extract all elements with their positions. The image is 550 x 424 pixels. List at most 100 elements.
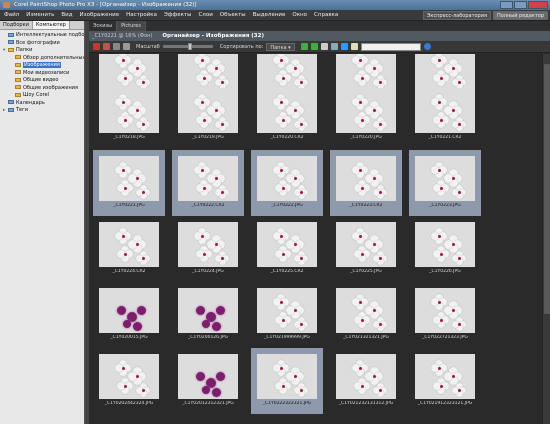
flower-center [281, 252, 285, 256]
thumbnail-item[interactable]: _C1Y021912323121.JPG [409, 348, 481, 414]
thumbnail-item[interactable]: _C1Y0202442324.JPG [93, 348, 165, 414]
scrollbar-thumb[interactable] [544, 64, 550, 314]
tab-pictures[interactable]: Pictures [117, 21, 146, 31]
tree-item[interactable]: ▾ Папки [0, 47, 84, 55]
thumbnail-item[interactable]: _C1Y0200126.JPG [172, 282, 244, 348]
thumbnail-item[interactable]: _C1Y0226.JPG [409, 216, 481, 282]
thumbnail-image [336, 222, 396, 267]
flower-center [141, 256, 145, 260]
thumbnail-item[interactable]: _C1Y0219.JPG [172, 82, 244, 148]
flower-center [293, 176, 297, 180]
thumbnail-image [99, 288, 159, 333]
thumbnail-item[interactable]: _C1Y02012312321.JPG [172, 348, 244, 414]
flower-center [439, 76, 443, 80]
menu-item[interactable]: Вид [61, 10, 72, 21]
minimize-button[interactable] [500, 1, 513, 9]
flower-center [451, 308, 455, 312]
tab-collections[interactable]: Подборки [0, 21, 33, 29]
delete-icon[interactable] [103, 43, 110, 50]
tree-item[interactable]: Общие изображения [0, 85, 84, 93]
tree-item[interactable]: Интеллектуальные подборки [0, 32, 84, 40]
menu-item[interactable]: Эффекты [164, 10, 192, 21]
zoom-slider-thumb[interactable] [188, 43, 193, 50]
thumbnail-item[interactable]: _C1Y020015.JPG [93, 282, 165, 348]
flower-center [378, 190, 382, 194]
thumbnail-item[interactable]: _C1Y0222.JPG [251, 150, 323, 216]
orchid-bloom [202, 320, 210, 328]
thumbnail-item[interactable]: _C1Y0221.JPG [93, 150, 165, 216]
orchid-bloom [196, 372, 205, 381]
flower-center [457, 122, 461, 126]
menu-item[interactable]: Выделение [253, 10, 286, 21]
folder-view-icon[interactable] [123, 43, 130, 50]
thumbnail-item[interactable]: _C1Y0224.JPG [172, 216, 244, 282]
rotate-left-icon[interactable] [300, 43, 308, 50]
tree-item[interactable]: Календарь [0, 100, 84, 108]
tree-item[interactable]: Шоу Corel [0, 92, 84, 100]
flower-center [372, 108, 376, 112]
tab-thumbnails[interactable]: Эскизы [89, 21, 118, 31]
search-go-icon[interactable] [423, 43, 431, 50]
print-icon[interactable] [320, 43, 328, 50]
flower-center [378, 388, 382, 392]
thumbnail-item[interactable]: _C1Y0220.CR2 [251, 82, 323, 148]
thumbnail-image [99, 88, 159, 133]
thumbnail-item[interactable]: _C1Y0223.JPG [409, 150, 481, 216]
tree-item[interactable]: Обзор дополнительных папок [0, 55, 84, 63]
info-icon[interactable] [340, 43, 348, 50]
menu-item[interactable]: Настройка [126, 10, 157, 21]
tree-item[interactable]: Все фотографии [0, 40, 84, 48]
thumbnail-item[interactable]: _C1Y021999999.JPG [251, 282, 323, 348]
thumbnail-item[interactable]: _C1Y0221.CR2 [409, 82, 481, 148]
tree-item[interactable]: Изображения [0, 62, 84, 70]
flower-center [439, 384, 443, 388]
thumbnail-item[interactable]: _C1Y0222.CR2 [172, 150, 244, 216]
flower-center [135, 242, 139, 246]
search-input[interactable] [360, 42, 421, 51]
thumbnail-item[interactable]: _C1Y022721323.JPG [409, 282, 481, 348]
maximize-button[interactable] [514, 1, 527, 9]
zoom-slider[interactable] [162, 43, 213, 50]
orchid-bloom [196, 306, 205, 315]
menu-item[interactable]: Объекты [220, 10, 246, 21]
thumbnail-item[interactable]: _C1Y0223.CR2 [330, 150, 402, 216]
thumbnail-item[interactable]: _C1Y0224.CR2 [93, 216, 165, 282]
sort-select[interactable]: Папка ▾ [266, 42, 295, 51]
thumbnail-item[interactable]: _C1Y021321321.JPG [330, 282, 402, 348]
folder-icon[interactable] [350, 43, 358, 50]
flower-center [220, 190, 224, 194]
thumbnail-item[interactable]: _C1Y0225.CR2 [251, 216, 323, 282]
express-lab-button[interactable]: Экспресс-лаборатория [422, 11, 491, 20]
tree-item[interactable]: Общие видео [0, 77, 84, 85]
menu-item[interactable]: Изменить [26, 10, 54, 21]
menu-item[interactable]: Справка [314, 10, 338, 21]
thumbnail-item[interactable]: _C1Y0220.JPG [330, 82, 402, 148]
flower-center [281, 384, 285, 388]
flower-center [372, 242, 376, 246]
window-title: Corel PaintShop Photo Pro X3 - [Органайз… [14, 2, 197, 8]
flower-center [214, 66, 218, 70]
flower-center [439, 252, 443, 256]
slideshow-icon[interactable] [113, 43, 120, 50]
thumbnail-item[interactable]: _C1Y0222322321.JPG [251, 348, 323, 414]
email-icon[interactable] [330, 43, 338, 50]
menu-item[interactable]: Изображение [80, 10, 120, 21]
thumbnail-image [178, 156, 238, 201]
thumbnail-item[interactable]: _C1Y0225.JPG [330, 216, 402, 282]
close-button[interactable] [528, 1, 548, 9]
thumbnail-item[interactable]: _C1Y0218.JPG [93, 82, 165, 148]
tree-item[interactable]: Мои видеозаписи [0, 70, 84, 78]
thumbnail-item[interactable]: _C1Y021232131312.JPG [330, 348, 402, 414]
tab-computer[interactable]: Компьютер [32, 21, 70, 29]
edit-icon[interactable] [93, 43, 100, 50]
flower-center [299, 256, 303, 260]
thumbnail-caption: _C1Y0202442324.JPG [104, 401, 154, 406]
menu-item[interactable]: Слои [198, 10, 212, 21]
tree-item[interactable]: ▸ Теги [0, 107, 84, 115]
menu-item[interactable]: Окно [292, 10, 307, 21]
orchid-bloom [123, 320, 131, 328]
rotate-right-icon[interactable] [310, 43, 318, 50]
full-editor-button[interactable]: Полный редактор [492, 11, 548, 20]
menu-item[interactable]: Файл [4, 10, 19, 21]
thumbnail-scrollbar[interactable] [542, 54, 550, 424]
